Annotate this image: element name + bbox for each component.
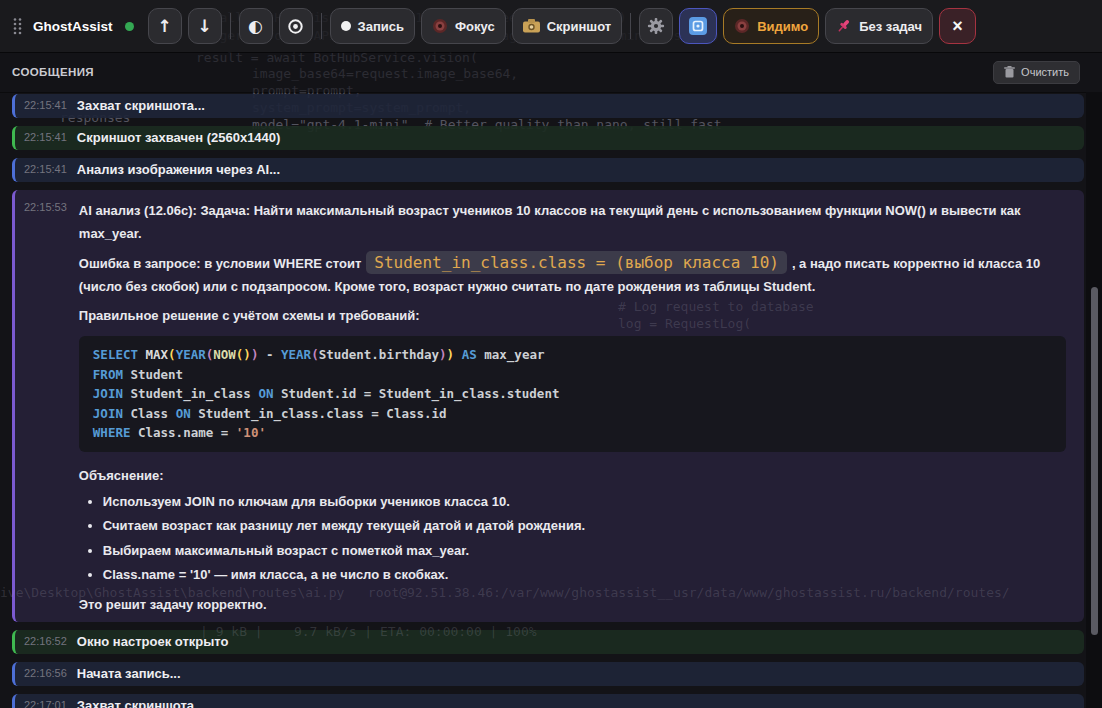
timestamp: 22:17:01: [15, 694, 67, 708]
toolbar-divider: [630, 13, 631, 39]
message-text: Захват скриншота...: [67, 94, 215, 118]
explanation-item: Используем JOIN по ключам для выборки уч…: [103, 490, 1066, 515]
ring-circle-icon: [287, 18, 304, 35]
status-dot: [125, 22, 134, 31]
timestamp: 22:16:56: [15, 662, 67, 686]
inline-code: Student_in_class.class = (выбор класса 1…: [366, 251, 787, 274]
opacity-button[interactable]: [279, 8, 313, 44]
move-down-button[interactable]: ↓: [188, 8, 222, 44]
eye-icon: [734, 18, 750, 34]
timestamp: 22:15:41: [15, 126, 67, 150]
ai-solution-label: Правильное решение с учётом схемы и треб…: [79, 304, 1066, 327]
gear-icon: [647, 17, 665, 35]
drag-dots-icon: [12, 17, 23, 36]
panel-title: СООБЩЕНИЯ: [12, 66, 94, 78]
record-dot-icon: [341, 21, 351, 31]
message-text: Начата запись...: [67, 662, 191, 686]
ai-error-paragraph: Ошибка в запросе: в условии WHERE стоитS…: [79, 251, 1066, 298]
log-message[interactable]: 22:17:01Захват скриншота...: [12, 694, 1084, 708]
arrow-down-icon: ↓: [197, 18, 211, 35]
toolbar-divider: [230, 13, 231, 39]
sql-code-block[interactable]: SELECT MAX(YEAR(NOW()) - YEAR(Student.bi…: [79, 336, 1066, 452]
messages-panel-header: СООБЩЕНИЯ Очистить: [0, 52, 1102, 92]
focus-button[interactable]: Фокус: [421, 8, 506, 44]
log-message[interactable]: 22:15:41Скриншот захвачен (2560x1440): [12, 126, 1084, 150]
visible-toggle-button[interactable]: Видимо: [723, 8, 819, 44]
trash-icon: [1004, 66, 1015, 78]
log-message[interactable]: 22:15:41Анализ изображения через AI...: [12, 158, 1084, 182]
timestamp: 22:16:52: [15, 630, 67, 654]
close-icon: ×: [952, 16, 963, 37]
clear-button[interactable]: Очистить: [993, 61, 1080, 84]
pin-icon: [836, 18, 852, 34]
eye-icon: [432, 18, 448, 34]
close-button[interactable]: ×: [939, 8, 976, 44]
message-text: Окно настроек открыто: [67, 630, 239, 654]
timestamp: 22:15:53: [15, 190, 67, 622]
toolbar-divider: [321, 13, 322, 39]
ai-message-content: AI анализ (12.06с): Задача: Найти максим…: [67, 190, 1084, 622]
no-tasks-button[interactable]: Без задач: [825, 8, 933, 44]
ai-intro: AI анализ (12.06с): Задача: Найти максим…: [79, 199, 1066, 245]
message-text: Захват скриншота...: [67, 694, 215, 708]
timestamp: 22:15:41: [15, 158, 67, 182]
arrow-up-icon: ↑: [157, 18, 171, 35]
ai-analysis-message[interactable]: 22:15:53 AI анализ (12.06с): Задача: Най…: [12, 190, 1084, 622]
message-text: Анализ изображения через AI...: [67, 158, 290, 182]
explanation-item: Считаем возраст как разницу лет между те…: [103, 514, 1066, 539]
contrast-button[interactable]: ◐: [239, 8, 273, 44]
explanation-list: Используем JOIN по ключам для выборки уч…: [79, 490, 1066, 588]
half-circle-icon: ◐: [248, 18, 263, 35]
ai-explanation-label: Объяснение:: [79, 464, 1066, 487]
scrollbar-track[interactable]: [1086, 92, 1102, 708]
log-message[interactable]: 22:15:41Захват скриншота...: [12, 94, 1084, 118]
scrollbar-thumb[interactable]: [1091, 287, 1098, 635]
log-message[interactable]: 22:16:52Окно настроек открыто: [12, 630, 1084, 654]
explanation-item: Выбираем максимальный возраст с пометкой…: [103, 539, 1066, 564]
app-switcher-button[interactable]: [679, 8, 717, 44]
settings-button[interactable]: [639, 8, 673, 44]
explanation-item: Class.name = '10' — имя класса, а не чис…: [103, 563, 1066, 588]
message-text: Скриншот захвачен (2560x1440): [67, 126, 291, 150]
camera-icon: [523, 19, 540, 33]
move-up-button[interactable]: ↑: [148, 8, 182, 44]
record-button[interactable]: Запись: [330, 8, 415, 44]
screenshot-button[interactable]: Скриншот: [512, 8, 623, 44]
messages-list: 22:15:41Захват скриншота...22:15:41Скрин…: [12, 94, 1084, 708]
blue-app-icon: [689, 17, 707, 35]
app-title: GhostAssist: [33, 19, 113, 34]
toolbar: GhostAssist ↑ ↓ ◐ Запись Фокус Скриншот …: [0, 0, 1102, 52]
drag-handle-icon[interactable]: [12, 17, 23, 36]
ghostassist-overlay: # Call BotHub Vision (gpt-4.1-mini = spe…: [0, 0, 1102, 708]
log-message[interactable]: 22:16:56Начата запись...: [12, 662, 1084, 686]
ai-outro: Это решит задачу корректно.: [79, 593, 1066, 616]
timestamp: 22:15:41: [15, 94, 67, 118]
